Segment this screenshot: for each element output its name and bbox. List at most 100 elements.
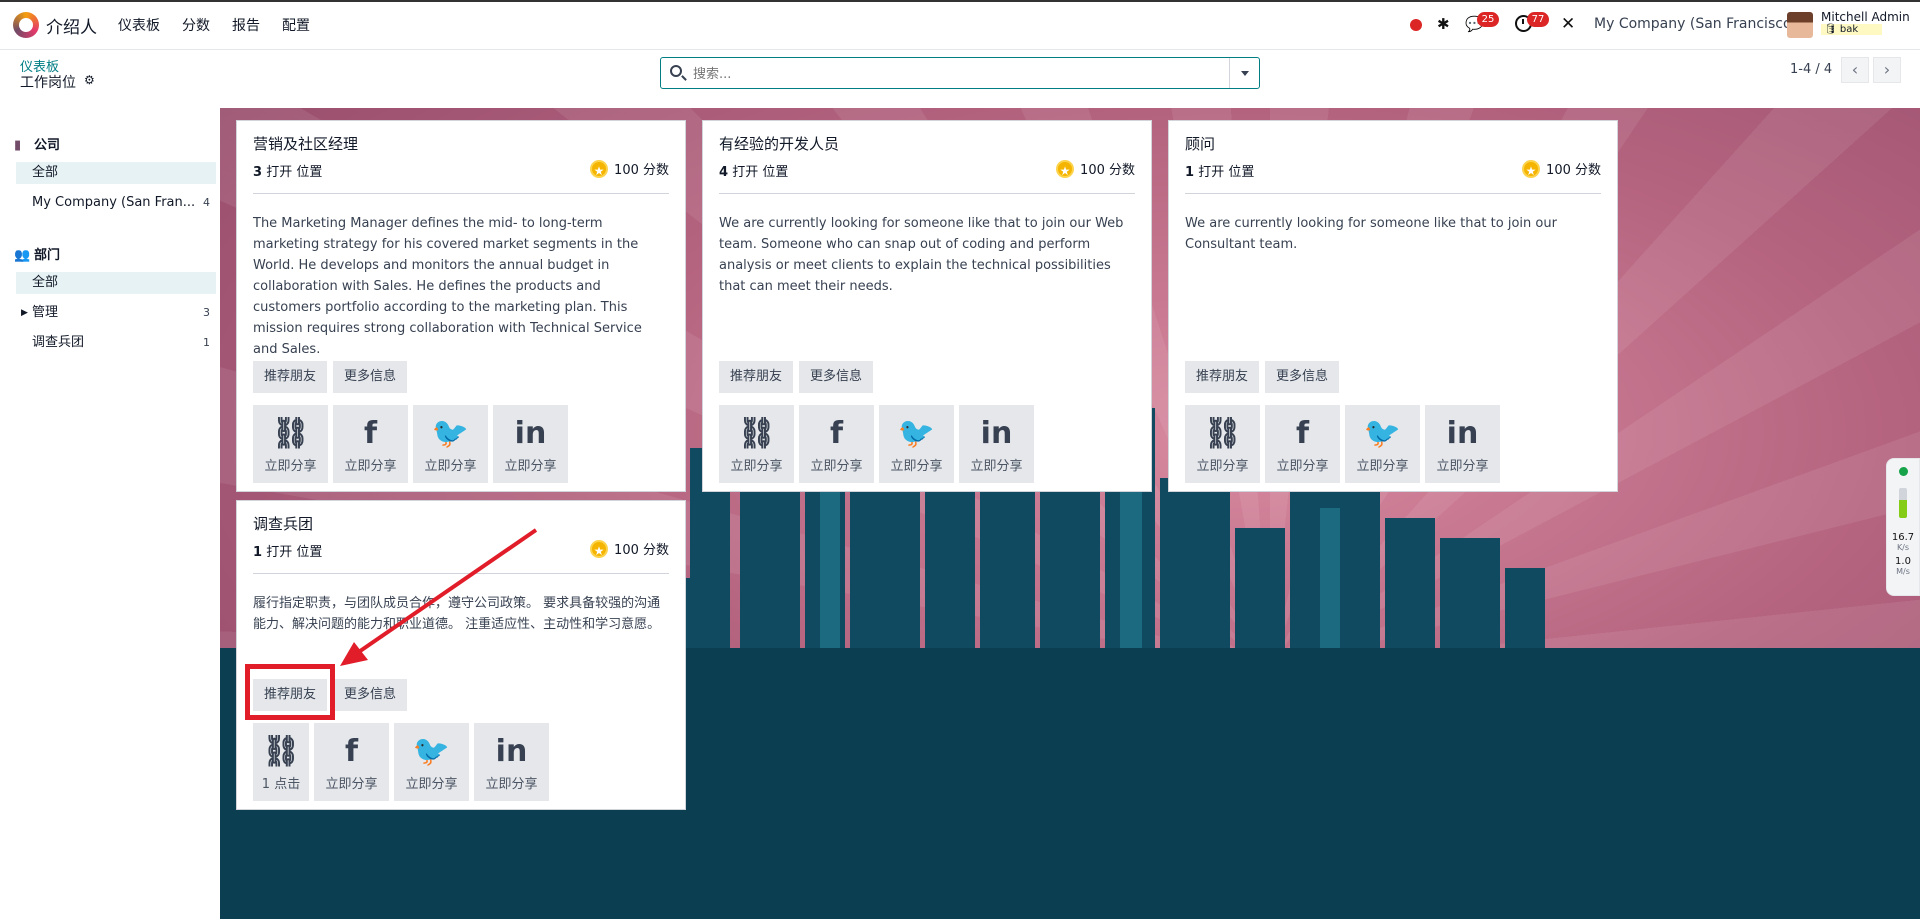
share-twitter-button[interactable]: 🐦 立即分享 [1345, 405, 1420, 483]
gear-icon[interactable]: ⚙ [84, 73, 95, 87]
filter-sidebar: ▮ 公司 全部 My Company (San Fran... 4 👥 部门 全部 … [0, 108, 220, 919]
annotation-arrow [340, 528, 538, 666]
more-info-button[interactable]: 更多信息 [333, 679, 408, 711]
more-info-button[interactable]: 更多信息 [333, 361, 408, 393]
job-points: ★ 100 分数 [1056, 159, 1135, 178]
job-openings: 1 打开 位置 [1185, 161, 1254, 180]
pager-value[interactable]: 1-4 / 4 [1790, 62, 1832, 77]
share-facebook-button[interactable]: f 立即分享 [314, 723, 389, 801]
sidebar-company-title: ▮ 公司 [14, 134, 60, 153]
job-openings: 1 打开 位置 [253, 541, 322, 560]
share-linkedin-button[interactable]: in 立即分享 [474, 723, 549, 801]
job-points: ★ 100 分数 [590, 159, 669, 178]
avatar[interactable] [1787, 12, 1813, 38]
share-label: 立即分享 [344, 459, 397, 474]
search-input[interactable] [693, 64, 1223, 84]
twitter-icon: 🐦 [412, 734, 451, 769]
search-options-toggle[interactable] [1229, 58, 1259, 88]
share-facebook-button[interactable]: f 立即分享 [799, 405, 874, 483]
job-openings: 3 打开 位置 [253, 161, 322, 180]
openings-count: 3 [253, 165, 263, 180]
link-icon: ⛓ [1203, 416, 1242, 451]
share-link-button[interactable]: ⛓ 立即分享 [1185, 405, 1260, 483]
job-points: ★ 100 分数 [590, 539, 669, 558]
sidebar-item-label: 全部 [32, 275, 59, 290]
sidebar-item-label: 调查兵团 [32, 335, 85, 350]
app-name[interactable]: 介绍人 [46, 13, 97, 38]
share-twitter-button[interactable]: 🐦 立即分享 [413, 405, 488, 483]
record-dot-icon[interactable] [1410, 19, 1422, 31]
company-switcher[interactable]: My Company (San Francisco) [1594, 16, 1797, 32]
share-link-button[interactable]: ⛓ 立即分享 [253, 405, 328, 483]
facebook-icon: f [829, 416, 844, 451]
share-twitter-button[interactable]: 🐦 立即分享 [394, 723, 469, 801]
twitter-icon: 🐦 [431, 416, 470, 451]
card-divider [719, 193, 1135, 194]
network-speed-widget[interactable]: 16.7 K/s 1.0 M/s [1886, 458, 1920, 596]
more-info-button[interactable]: 更多信息 [799, 361, 874, 393]
sidebar-item-count: 4 [203, 196, 210, 209]
bug-icon[interactable]: ✱ [1437, 15, 1453, 33]
job-card-consultant[interactable]: 顾问 1 打开 位置 ★ 100 分数 We are currently look… [1168, 120, 1618, 492]
caret-right-icon[interactable]: ▶ [21, 302, 28, 324]
menu-config[interactable]: 配置 [282, 15, 310, 35]
share-linkedin-button[interactable]: in 立即分享 [959, 405, 1034, 483]
pager-next-button[interactable]: › [1873, 57, 1901, 83]
upload-speed: 1.0 [1895, 556, 1911, 567]
facebook-icon: f [1295, 416, 1310, 451]
sidebar-department-all[interactable]: 全部 [16, 272, 216, 294]
share-facebook-button[interactable]: f 立即分享 [333, 405, 408, 483]
sidebar-company-my-company[interactable]: My Company (San Fran... 4 [16, 192, 216, 214]
share-link-button[interactable]: ⛓ 立即分享 [719, 405, 794, 483]
share-label: 立即分享 [1356, 459, 1409, 474]
app-logo-icon[interactable] [13, 12, 39, 38]
main-menu: 仪表板 分数 报告 配置 [118, 15, 310, 35]
job-description: We are currently looking for someone lik… [1185, 216, 1557, 252]
refer-friend-button[interactable]: 推荐朋友 [1185, 361, 1260, 393]
share-label: 立即分享 [424, 459, 477, 474]
sidebar-item-label: 全部 [32, 165, 59, 180]
menu-points[interactable]: 分数 [182, 15, 210, 35]
upload-unit: M/s [1896, 567, 1910, 576]
users-icon: 👥 [14, 248, 31, 263]
refer-friend-button[interactable]: 推荐朋友 [253, 361, 328, 393]
share-link-button[interactable]: ⛓ 1 点击 [253, 723, 309, 801]
share-label: 立即分享 [970, 459, 1023, 474]
link-icon: ⛓ [261, 734, 301, 769]
share-twitter-button[interactable]: 🐦 立即分享 [879, 405, 954, 483]
tools-icon[interactable]: ✕ [1561, 14, 1575, 34]
sidebar-company-all[interactable]: 全部 [16, 162, 216, 184]
share-linkedin-button[interactable]: in 立即分享 [1425, 405, 1500, 483]
share-linkedin-button[interactable]: in 立即分享 [493, 405, 568, 483]
star-icon: ★ [590, 159, 609, 178]
sidebar-item-label: My Company (San Fran... [32, 195, 196, 210]
openings-count: 4 [719, 165, 729, 180]
job-description: We are currently looking for someone lik… [719, 216, 1124, 294]
job-card-developer[interactable]: 有经验的开发人员 4 打开 位置 ★ 100 分数 We are currentl… [702, 120, 1152, 492]
share-facebook-button[interactable]: f 立即分享 [1265, 405, 1340, 483]
points-value: 100 分数 [614, 543, 669, 558]
linkedin-icon: in [514, 416, 547, 451]
status-dot-icon [1898, 467, 1908, 476]
twitter-icon: 🐦 [1363, 416, 1402, 451]
job-card-marketing[interactable]: 营销及社区经理 3 打开 位置 ★ 100 分数 The Marketing Ma… [236, 120, 686, 492]
share-label: 立即分享 [485, 777, 538, 792]
points-value: 100 分数 [1546, 163, 1601, 178]
linkedin-icon: in [495, 734, 528, 769]
sidebar-item-count: 3 [203, 306, 210, 319]
user-name[interactable]: Mitchell Admin [1821, 10, 1910, 24]
more-info-button[interactable]: 更多信息 [1265, 361, 1340, 393]
activity-badge: 77 [1527, 12, 1549, 27]
twitter-icon: 🐦 [897, 416, 936, 451]
menu-reports[interactable]: 报告 [232, 15, 260, 35]
sidebar-department-management[interactable]: ▶ 管理 3 [16, 302, 216, 324]
openings-label: 打开 位置 [1198, 165, 1255, 180]
facebook-icon: f [363, 416, 378, 451]
job-points: ★ 100 分数 [1522, 159, 1601, 178]
menu-dashboard[interactable]: 仪表板 [118, 15, 160, 35]
refer-friend-button[interactable]: 推荐朋友 [719, 361, 794, 393]
pager-prev-button[interactable]: ‹ [1841, 57, 1869, 83]
star-icon: ★ [1056, 159, 1075, 178]
download-speed: 16.7 [1891, 532, 1915, 543]
sidebar-department-survey-corps[interactable]: 调查兵团 1 [16, 332, 216, 354]
